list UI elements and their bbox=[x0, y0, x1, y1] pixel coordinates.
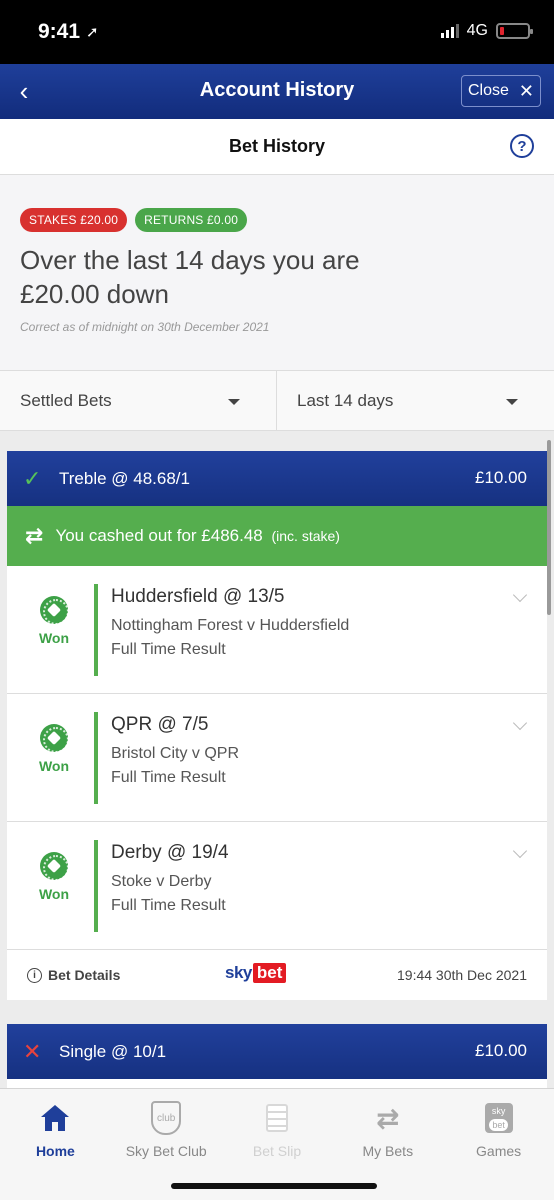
leg-status: Won bbox=[32, 592, 76, 646]
caret-down-icon bbox=[506, 399, 518, 405]
info-icon[interactable]: i bbox=[27, 968, 42, 983]
network-label: 4G bbox=[466, 22, 488, 39]
bet-leg[interactable]: Won QPR @ 7/5 Bristol City v QPR Full Ti… bbox=[7, 694, 547, 822]
football-icon bbox=[40, 852, 69, 881]
summary-line-1: Over the last 14 days you are bbox=[20, 245, 360, 275]
cashout-banner: ⇄ You cashed out for £486.48 (inc. stake… bbox=[7, 506, 547, 566]
scrollbar[interactable] bbox=[547, 440, 551, 615]
filters-bar: Settled Bets Last 14 days bbox=[0, 370, 554, 431]
location-arrow-icon: ➚ bbox=[86, 24, 99, 41]
sky-bet-logo: sky bet bbox=[225, 963, 287, 983]
bet-stake: £10.00 bbox=[475, 468, 527, 487]
bet-card-header[interactable]: ✓ Treble @ 48.68/1 £10.00 bbox=[7, 451, 547, 506]
bet-card-header[interactable]: ✕ Single @ 10/1 £10.00 bbox=[7, 1024, 547, 1079]
summary-panel: STAKES £20.00 RETURNS £0.00 Over the las… bbox=[0, 175, 554, 370]
summary-badges: STAKES £20.00 RETURNS £0.00 bbox=[20, 208, 248, 232]
cross-icon: ✕ bbox=[23, 1038, 42, 1064]
bet-title: Treble @ 48.68/1 bbox=[59, 468, 190, 488]
status-indicators: 4G bbox=[440, 22, 533, 40]
leg-result-bar bbox=[94, 712, 98, 804]
leg-result: Won bbox=[38, 886, 70, 902]
bet-leg[interactable]: Won Derby @ 19/4 Stoke v Derby Full Time… bbox=[7, 822, 547, 950]
bet-card-footer: i Bet Details sky bet 19:44 30th Dec 202… bbox=[7, 950, 547, 1000]
bet-card: ✓ Treble @ 48.68/1 £10.00 ⇄ You cashed o… bbox=[7, 451, 547, 1000]
leg-market: Full Time Result bbox=[111, 897, 226, 914]
bet-leg[interactable]: Won Huddersfield @ 13/5 Nottingham Fores… bbox=[7, 566, 547, 694]
leg-selection: Huddersfield @ 13/5 bbox=[111, 586, 285, 607]
leg-selection: Derby @ 19/4 bbox=[111, 842, 229, 863]
chevron-down-icon[interactable] bbox=[512, 843, 528, 859]
leg-event: Nottingham Forest v Huddersfield bbox=[111, 617, 350, 634]
leg-result-bar bbox=[94, 840, 98, 932]
leg-status: Won bbox=[32, 720, 76, 774]
leg-result-bar bbox=[94, 584, 98, 676]
football-icon bbox=[40, 596, 69, 625]
leg-selection: QPR @ 7/5 bbox=[111, 714, 209, 735]
battery-icon bbox=[496, 23, 533, 39]
signal-icon bbox=[440, 24, 459, 38]
check-icon: ✓ bbox=[23, 465, 42, 491]
summary-note: Correct as of midnight on 30th December … bbox=[20, 320, 270, 334]
bet-timestamp: 19:44 30th Dec 2021 bbox=[397, 967, 527, 983]
help-icon[interactable]: ? bbox=[510, 134, 534, 158]
my-bets-icon: ⇄ bbox=[376, 1102, 400, 1134]
cashout-suffix: (inc. stake) bbox=[271, 528, 340, 544]
tab-label: Bet Slip bbox=[252, 1143, 302, 1159]
leg-result: Won bbox=[38, 630, 70, 646]
returns-badge: RETURNS £0.00 bbox=[135, 208, 248, 232]
tab-games[interactable]: sky bet Games bbox=[443, 1089, 554, 1200]
summary-line-2: £20.00 down bbox=[20, 279, 169, 309]
tab-label: Sky Bet Club bbox=[125, 1143, 207, 1159]
tab-label: My Bets bbox=[362, 1143, 414, 1159]
status-time: 9:41 ➚ bbox=[38, 20, 99, 43]
subheader: Bet History ? bbox=[0, 119, 554, 175]
leg-market: Full Time Result bbox=[111, 641, 226, 658]
bet-type-dropdown[interactable]: Settled Bets bbox=[0, 371, 277, 430]
football-icon bbox=[40, 724, 69, 753]
cashout-icon: ⇄ bbox=[25, 523, 44, 548]
period-value: Last 14 days bbox=[297, 391, 394, 410]
tab-label: Games bbox=[476, 1143, 522, 1159]
home-icon bbox=[41, 1105, 70, 1131]
leg-market: Full Time Result bbox=[111, 769, 226, 786]
bet-title: Single @ 10/1 bbox=[59, 1041, 167, 1061]
caret-down-icon bbox=[228, 399, 240, 405]
leg-status: Won bbox=[32, 848, 76, 902]
stakes-badge: STAKES £20.00 bbox=[20, 208, 128, 232]
status-bar: 9:41 ➚ 4G bbox=[0, 0, 554, 64]
tab-home[interactable]: Home bbox=[0, 1089, 111, 1200]
close-button[interactable]: Close ✕ bbox=[461, 75, 541, 107]
chevron-down-icon[interactable] bbox=[512, 715, 528, 731]
tab-label: Home bbox=[35, 1143, 75, 1159]
bet-type-value: Settled Bets bbox=[20, 391, 112, 410]
chevron-down-icon[interactable] bbox=[512, 587, 528, 603]
app-header: ‹ Account History Close ✕ bbox=[0, 64, 554, 119]
close-icon: ✕ bbox=[518, 80, 534, 101]
close-label: Close bbox=[468, 82, 509, 99]
bet-card: ✕ Single @ 10/1 £10.00 bbox=[7, 1024, 547, 1088]
period-dropdown[interactable]: Last 14 days bbox=[277, 371, 554, 430]
home-indicator bbox=[171, 1183, 377, 1189]
bet-stake: £10.00 bbox=[475, 1041, 527, 1060]
leg-event: Stoke v Derby bbox=[111, 873, 212, 890]
cashout-text: You cashed out for £486.48 bbox=[55, 526, 263, 545]
bet-details-link[interactable]: Bet Details bbox=[48, 967, 120, 983]
games-icon: sky bet bbox=[484, 1103, 513, 1133]
leg-result: Won bbox=[38, 758, 70, 774]
bet-slip-icon bbox=[265, 1104, 288, 1132]
section-title: Bet History bbox=[228, 136, 326, 156]
club-shield-icon: club bbox=[151, 1101, 182, 1135]
leg-event: Bristol City v QPR bbox=[111, 745, 240, 762]
